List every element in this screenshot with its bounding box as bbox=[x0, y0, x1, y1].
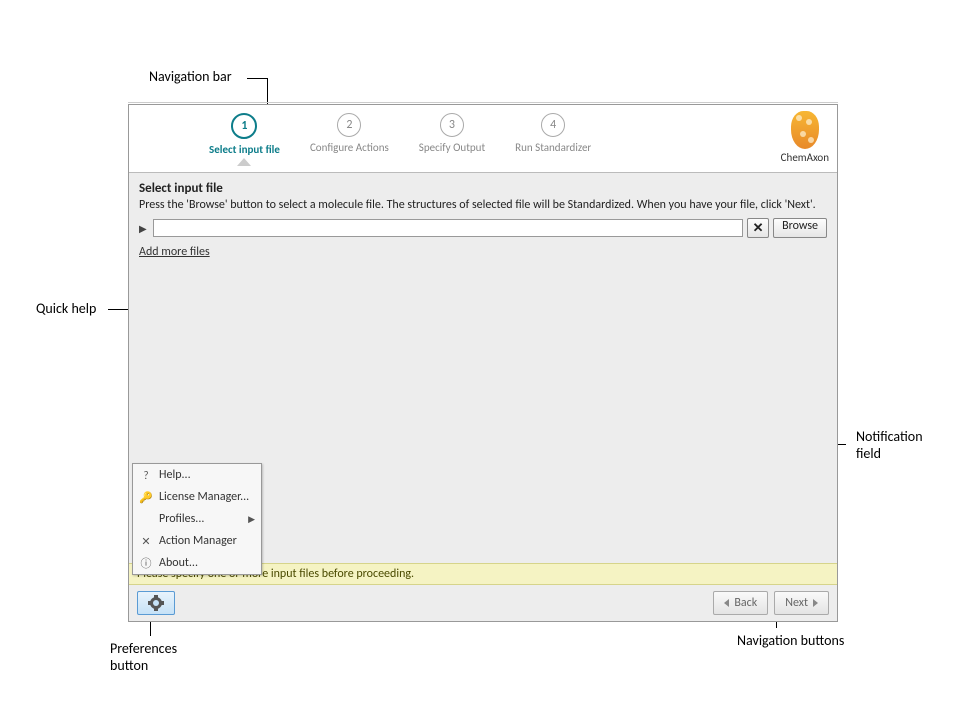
annotation-pref-button: Preferences button bbox=[110, 640, 200, 674]
chemaxon-logo: ChemAxon bbox=[781, 111, 829, 164]
browse-button[interactable]: Browse bbox=[773, 218, 827, 238]
step-number: 3 bbox=[440, 113, 464, 137]
file-row: ▶ ✕ Browse bbox=[139, 218, 827, 238]
next-button[interactable]: Next bbox=[774, 591, 829, 615]
section-title: Select input file bbox=[139, 181, 827, 196]
menu-item-action-manager[interactable]: ✕ Action Manager bbox=[133, 530, 261, 552]
annotation-quickhelp: Quick help bbox=[36, 300, 96, 317]
annotation-line bbox=[247, 78, 267, 79]
step-label: Specify Output bbox=[419, 141, 485, 154]
step-configure-actions[interactable]: 2 Configure Actions bbox=[310, 113, 389, 156]
submenu-arrow-icon: ▶ bbox=[248, 514, 255, 525]
step-select-input-file[interactable]: 1 Select input file bbox=[209, 113, 280, 156]
navigation-bar: 1 Select input file 2 Configure Actions … bbox=[129, 105, 837, 173]
clear-file-button[interactable]: ✕ bbox=[747, 218, 769, 238]
wizard-steps: 1 Select input file 2 Configure Actions … bbox=[209, 113, 591, 156]
app-window: 1 Select input file 2 Configure Actions … bbox=[128, 104, 838, 622]
menu-item-label: License Manager... bbox=[159, 490, 249, 504]
logo-text: ChemAxon bbox=[781, 151, 829, 164]
menu-item-label: Action Manager bbox=[159, 534, 237, 548]
logo-icon bbox=[791, 111, 819, 149]
expand-icon[interactable]: ▶ bbox=[139, 222, 149, 235]
preferences-popup-menu: ? Help... 🔑 License Manager... Profiles.… bbox=[132, 463, 262, 575]
preferences-button[interactable] bbox=[137, 591, 175, 615]
blank-icon bbox=[139, 512, 153, 526]
step-run-standardizer[interactable]: 4 Run Standardizer bbox=[515, 113, 591, 156]
menu-item-profiles[interactable]: Profiles... ▶ bbox=[133, 508, 261, 530]
menu-item-label: Profiles... bbox=[159, 512, 204, 526]
help-icon: ? bbox=[139, 468, 153, 482]
step-number: 4 bbox=[541, 113, 565, 137]
menu-item-about[interactable]: ⓘ About... bbox=[133, 552, 261, 574]
menu-item-help[interactable]: ? Help... bbox=[133, 464, 261, 486]
menu-item-label: About... bbox=[159, 556, 198, 570]
gear-icon bbox=[150, 597, 162, 609]
top-rule bbox=[128, 102, 838, 103]
step-label: Run Standardizer bbox=[515, 141, 591, 154]
quick-help-text: Press the 'Browse' button to select a mo… bbox=[139, 198, 827, 212]
menu-item-label: Help... bbox=[159, 468, 191, 482]
annotation-navbar: Navigation bar bbox=[149, 68, 232, 85]
back-button[interactable]: Back bbox=[713, 591, 768, 615]
key-icon: 🔑 bbox=[139, 490, 153, 504]
file-path-input[interactable] bbox=[153, 219, 743, 237]
footer-bar: Back Next bbox=[129, 585, 837, 621]
step-number: 1 bbox=[231, 113, 257, 139]
step-number: 2 bbox=[337, 113, 361, 137]
triangle-left-icon bbox=[724, 599, 729, 607]
step-label: Configure Actions bbox=[310, 141, 389, 154]
menu-item-license-manager[interactable]: 🔑 License Manager... bbox=[133, 486, 261, 508]
annotation-notification-field: Notification field bbox=[856, 428, 946, 462]
next-label: Next bbox=[785, 596, 808, 610]
triangle-right-icon bbox=[813, 599, 818, 607]
step-label: Select input file bbox=[209, 143, 280, 156]
tools-icon: ✕ bbox=[139, 534, 153, 548]
add-more-files-link[interactable]: Add more files bbox=[139, 245, 210, 259]
annotation-nav-buttons: Navigation buttons bbox=[737, 632, 844, 649]
back-label: Back bbox=[734, 596, 757, 610]
step-specify-output[interactable]: 3 Specify Output bbox=[419, 113, 485, 156]
info-icon: ⓘ bbox=[139, 556, 153, 570]
